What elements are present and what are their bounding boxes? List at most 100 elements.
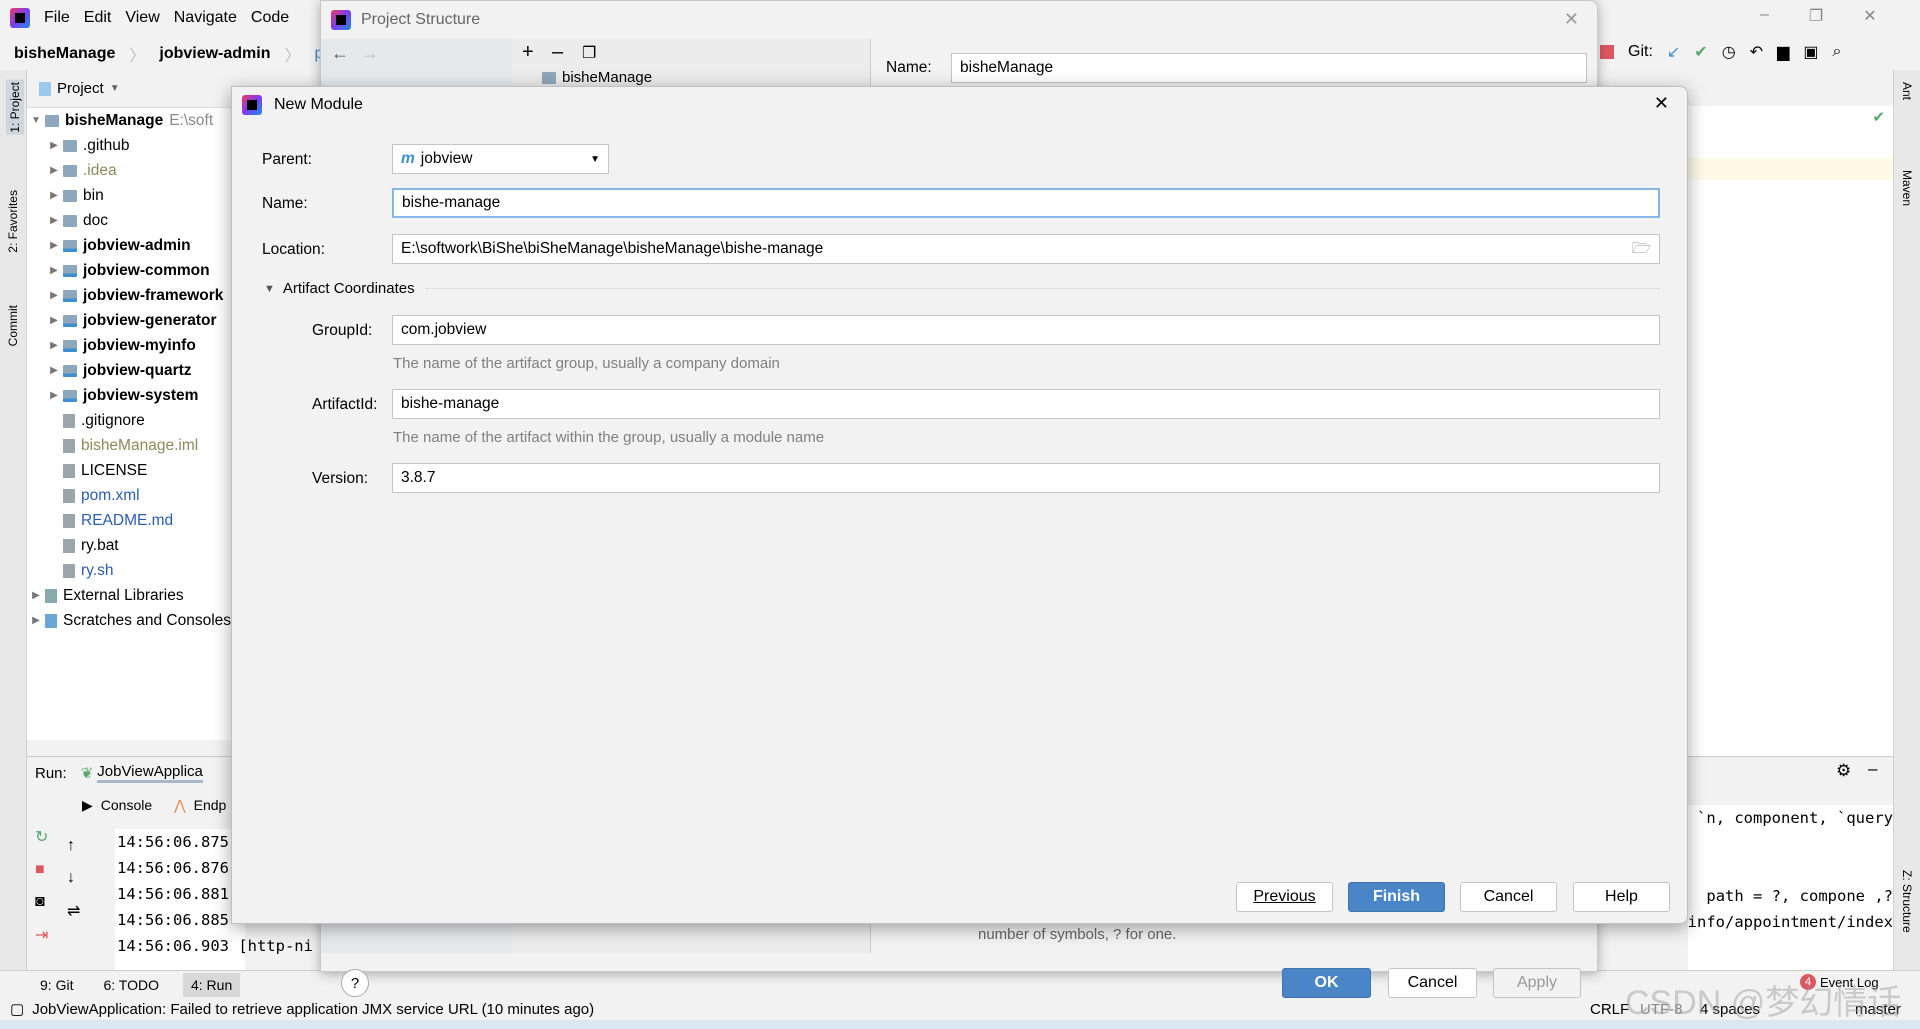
arrow-down-icon[interactable]: ↓	[67, 869, 80, 887]
module-item[interactable]: bisheManage	[542, 69, 652, 86]
module-name-input[interactable]: bishe-manage	[392, 188, 1660, 218]
forward-icon[interactable]: →	[361, 43, 379, 64]
location-input[interactable]: E:\softwork\BiShe\biSheManage\bisheManag…	[392, 234, 1660, 264]
tree-item[interactable]: pom.xml	[27, 483, 237, 508]
close-icon[interactable]: ✕	[1654, 93, 1669, 114]
version-input[interactable]: 3.8.7	[392, 463, 1660, 493]
breadcrumb-item[interactable]: jobview-admin	[159, 45, 270, 63]
ok-button[interactable]: OK	[1282, 968, 1371, 998]
tree-root[interactable]: ▼ bisheManage E:\soft	[27, 108, 237, 133]
add-icon[interactable]: +	[522, 41, 534, 64]
breadcrumb-item[interactable]: bisheManage	[14, 45, 115, 63]
menu-file[interactable]: File	[44, 9, 70, 27]
cancel-button[interactable]: Cancel	[1460, 882, 1557, 912]
tab-endpoints[interactable]: Endp	[194, 797, 227, 813]
line-separator[interactable]: CRLF	[1590, 1001, 1629, 1018]
expand-arrow-icon[interactable]: ▶	[45, 315, 63, 326]
tool-window-ant[interactable]: Ant	[1900, 82, 1914, 100]
expand-arrow-icon[interactable]: ▶	[45, 340, 63, 351]
tree-item[interactable]: ▶ .idea	[27, 158, 237, 183]
close-window-button[interactable]: ✕	[1863, 6, 1876, 26]
rerun-icon[interactable]: ↻	[35, 827, 48, 847]
tool-window-maven[interactable]: Maven	[1900, 170, 1914, 206]
soft-wrap-icon[interactable]: ⇌	[67, 901, 80, 921]
cancel-button[interactable]: Cancel	[1388, 968, 1477, 998]
browse-folder-icon[interactable]: 🗁	[1632, 236, 1651, 263]
stop-icon[interactable]: ■	[35, 861, 48, 879]
groupid-input[interactable]: com.jobview	[392, 315, 1660, 345]
expand-arrow-icon[interactable]: ▶	[27, 590, 45, 601]
expand-arrow-icon[interactable]: ▶	[45, 240, 63, 251]
tree-item[interactable]: ▶ jobview-framework	[27, 283, 237, 308]
git-commit-icon[interactable]: ✔	[1694, 42, 1707, 62]
project-view-selector[interactable]: Project	[57, 80, 104, 97]
run-config-tab[interactable]: JobViewApplica	[97, 763, 203, 783]
tree-item[interactable]: ▶ jobview-system	[27, 383, 237, 408]
exit-icon[interactable]: ⇥	[35, 925, 48, 945]
status-message[interactable]: JobViewApplication: Failed to retrieve a…	[32, 1001, 594, 1018]
expand-arrow-icon[interactable]: ▶	[45, 190, 63, 201]
tree-item[interactable]: ry.bat	[27, 533, 237, 558]
parent-dropdown[interactable]: m jobview ▼	[392, 144, 609, 174]
tree-item[interactable]: ▶ jobview-myinfo	[27, 333, 237, 358]
copy-icon[interactable]: ❐	[582, 43, 596, 63]
screenshot-icon[interactable]: ◙	[35, 893, 48, 911]
minimize-button[interactable]: –	[1760, 6, 1769, 26]
help-icon[interactable]: ?	[341, 969, 369, 997]
git-update-icon[interactable]: ↙	[1667, 42, 1680, 62]
tool-window-project[interactable]: 1: Project	[6, 80, 24, 135]
tree-item[interactable]: bisheManage.iml	[27, 433, 237, 458]
stop-icon[interactable]	[1600, 45, 1614, 59]
arrow-up-icon[interactable]: ↑	[67, 837, 80, 855]
rollback-icon[interactable]: ↶	[1750, 42, 1763, 62]
tool-window-favorites[interactable]: 2: Favorites	[6, 190, 20, 253]
tree-item[interactable]: .gitignore	[27, 408, 237, 433]
project-name-input[interactable]: bisheManage	[951, 53, 1587, 83]
close-icon[interactable]: ✕	[1564, 9, 1579, 30]
tree-item[interactable]: ▶ jobview-generator	[27, 308, 237, 333]
expand-arrow-icon[interactable]: ▶	[45, 365, 63, 376]
expand-arrow-icon[interactable]: ▶	[45, 165, 63, 176]
tree-item[interactable]: ▶ jobview-admin	[27, 233, 237, 258]
status-toggle-icon[interactable]: ▢	[10, 1000, 24, 1018]
expand-arrow-icon[interactable]: ▶	[45, 215, 63, 226]
tree-item[interactable]: ▶ jobview-common	[27, 258, 237, 283]
menu-view[interactable]: View	[125, 9, 159, 27]
menu-edit[interactable]: Edit	[84, 9, 112, 27]
remove-icon[interactable]: –	[552, 41, 563, 64]
expand-arrow-icon[interactable]: ▶	[45, 140, 63, 151]
todo-tool-button[interactable]: 6: TODO	[103, 977, 159, 993]
menu-code[interactable]: Code	[251, 9, 289, 27]
tree-external-libraries[interactable]: ▶ External Libraries	[27, 583, 237, 608]
run-anything-icon[interactable]: ▣	[1803, 42, 1818, 62]
help-button[interactable]: Help	[1573, 882, 1670, 912]
finish-button[interactable]: Finish	[1348, 882, 1445, 912]
tree-item[interactable]: ▶ doc	[27, 208, 237, 233]
tree-item[interactable]: ▶ bin	[27, 183, 237, 208]
expand-arrow-icon[interactable]: ▶	[27, 615, 45, 626]
chevron-down-icon[interactable]: ▼	[110, 83, 120, 94]
apply-button[interactable]: Apply	[1493, 968, 1581, 998]
previous-button[interactable]: Previous	[1236, 882, 1333, 912]
hide-panel-icon[interactable]: –	[1868, 759, 1877, 779]
expand-arrow-icon[interactable]: ▶	[45, 390, 63, 401]
restore-button[interactable]: ❐	[1809, 6, 1823, 26]
back-icon[interactable]: ←	[331, 43, 349, 64]
tab-console[interactable]: Console	[101, 797, 152, 813]
settings-icon[interactable]: ⚙	[1836, 761, 1851, 781]
history-icon[interactable]: ◷	[1722, 42, 1736, 62]
tree-item[interactable]: ry.sh	[27, 558, 237, 583]
search-icon[interactable]: ⌕	[1833, 43, 1842, 61]
git-tool-button[interactable]: 9: Git	[40, 977, 73, 993]
tree-scratches[interactable]: ▶ Scratches and Consoles	[27, 608, 237, 633]
menu-navigate[interactable]: Navigate	[174, 9, 237, 27]
project-structure-icon[interactable]: ▆	[1777, 42, 1789, 62]
tool-window-structure[interactable]: Z: Structure	[1900, 870, 1914, 933]
expand-arrow-icon[interactable]: ▶	[45, 290, 63, 301]
tree-item[interactable]: LICENSE	[27, 458, 237, 483]
tree-item[interactable]: ▶ jobview-quartz	[27, 358, 237, 383]
expand-arrow-icon[interactable]: ▼	[27, 115, 45, 126]
artifact-coordinates-section[interactable]: ▼ Artifact Coordinates	[264, 280, 1660, 297]
artifactid-input[interactable]: bishe-manage	[392, 389, 1660, 419]
tree-item[interactable]: ▶ .github	[27, 133, 237, 158]
